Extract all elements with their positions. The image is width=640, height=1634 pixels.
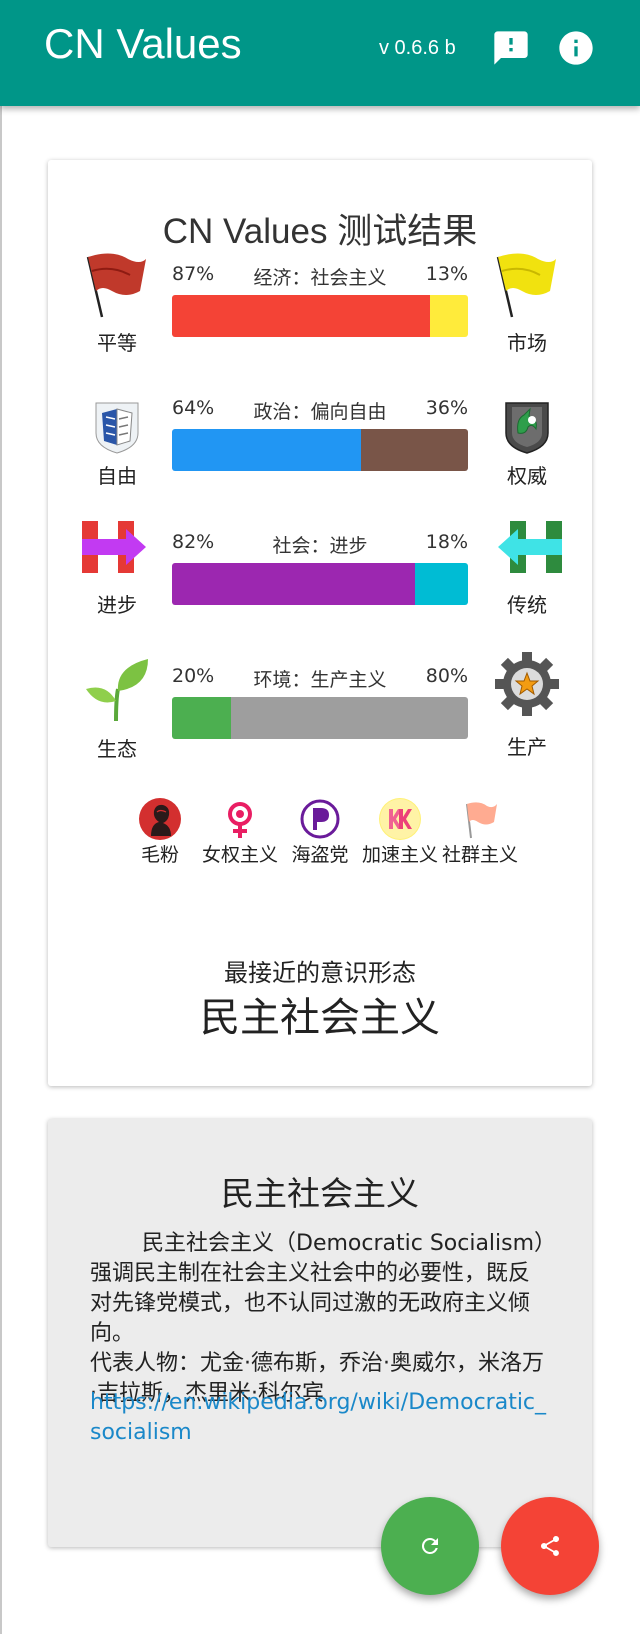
refresh-icon — [421, 1538, 438, 1554]
refresh-button[interactable] — [381, 1497, 479, 1595]
feedback-icon[interactable] — [491, 28, 531, 68]
badge-label: 社群主义 — [441, 844, 518, 866]
right-bar-segment — [361, 429, 468, 471]
right-percent: 13% — [425, 263, 468, 285]
right-bar-segment — [414, 563, 468, 605]
closest-ideology-label: 最接近的意识形态 — [224, 959, 416, 987]
badge-label: 加速主义 — [361, 844, 438, 866]
right-percent: 18% — [425, 531, 468, 553]
axis-name: 经济：社会主义 — [253, 267, 387, 289]
share-icon — [541, 1535, 560, 1556]
share-button[interactable] — [501, 1497, 599, 1595]
left-label: 生态 — [97, 737, 137, 761]
badge-pirate-party: 海盗党 — [280, 798, 360, 867]
left-bar-segment — [172, 697, 232, 739]
left-label: 平等 — [97, 331, 137, 355]
yellow-flag-icon — [492, 251, 562, 321]
ideology-detail-card: 民主社会主义 民主社会主义（Democratic Socialism）强调民主制… — [48, 1119, 592, 1547]
badge-label: 海盗党 — [291, 844, 349, 866]
red-flag-icon — [82, 251, 152, 321]
app-bar: CN Values v 0.6.6 b — [0, 0, 640, 106]
badge-feminism: 女权主义 — [200, 798, 280, 867]
axis-bar — [172, 563, 468, 605]
axis-name: 政治：偏向自由 — [253, 401, 387, 423]
right-label: 权威 — [507, 464, 547, 488]
result-card: CN Values 测试结果 平等 87% 经济：社会主义 13% 市场 自由 … — [48, 160, 592, 1086]
political-axis: 自由 64% 政治：偏向自由 36% 权威 — [48, 397, 592, 517]
right-bar-segment — [231, 697, 468, 739]
gear-star-icon — [492, 651, 562, 721]
axis-bar — [172, 429, 468, 471]
right-label: 生产 — [507, 735, 547, 759]
detail-title: 民主社会主义 — [221, 1174, 419, 1213]
axis-bar — [172, 697, 468, 739]
social-axis: 进步 82% 社会：进步 18% 传统 — [48, 521, 592, 651]
detail-body: 民主社会主义（Democratic Socialism）强调民主制在社会主义社会… — [90, 1229, 550, 1409]
arrow-right-h-icon — [82, 517, 152, 587]
right-percent: 80% — [425, 665, 468, 687]
right-label: 市场 — [507, 331, 547, 355]
sprout-icon — [82, 655, 152, 725]
badge-maoism: 毛粉 — [120, 798, 200, 867]
axis-bar — [172, 295, 468, 337]
badge-communitarianism: 社群主义 — [440, 798, 520, 867]
feminism-symbol-icon — [219, 798, 261, 840]
right-bar-segment — [429, 295, 468, 337]
badge-row: 毛粉 女权主义 海盗党 加速主义 社群主义 — [120, 798, 540, 908]
kk-accelerationism-icon — [379, 798, 421, 840]
badge-label: 女权主义 — [201, 844, 278, 866]
orange-flag-icon — [459, 798, 501, 840]
arrow-left-h-icon — [492, 517, 562, 587]
closest-ideology: 民主社会主义 — [200, 995, 440, 1041]
result-title: CN Values 测试结果 — [162, 212, 478, 251]
pirate-party-icon — [299, 798, 341, 840]
left-bar-segment — [172, 563, 415, 605]
wings-emblem-icon — [82, 389, 152, 459]
detail-description: 民主社会主义（Democratic Socialism）强调民主制在社会主义社会… — [90, 1231, 546, 1346]
wikipedia-link[interactable]: https://en.wikipedia.org/wiki/Democratic… — [90, 1388, 550, 1448]
app-title: CN Values — [44, 20, 242, 67]
unicorn-shield-icon — [492, 389, 562, 459]
left-edge — [0, 0, 2, 1634]
environment-axis: 生态 20% 环境：生产主义 80% 生产 — [48, 652, 592, 785]
version-label: v 0.6.6 b — [379, 37, 456, 59]
right-label: 传统 — [507, 593, 547, 617]
badge-accelerationism: 加速主义 — [360, 798, 440, 867]
left-bar-segment — [172, 429, 362, 471]
axis-name: 环境：生产主义 — [253, 669, 387, 691]
left-bar-segment — [172, 295, 430, 337]
axis-name: 社会：进步 — [272, 535, 368, 557]
economic-axis: 平等 87% 经济：社会主义 13% 市场 — [48, 253, 592, 383]
badge-label: 毛粉 — [140, 844, 179, 866]
right-percent: 36% — [425, 397, 468, 419]
mao-portrait-icon — [139, 798, 181, 840]
left-label: 自由 — [97, 464, 137, 488]
left-label: 进步 — [97, 593, 137, 617]
info-icon[interactable] — [556, 28, 596, 68]
